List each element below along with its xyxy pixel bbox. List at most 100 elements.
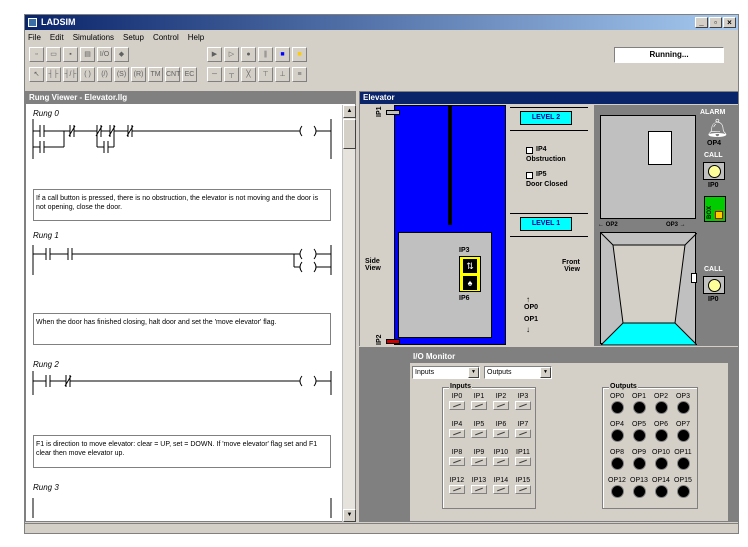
menu-file[interactable]: File: [28, 31, 41, 44]
record-icon[interactable]: ●: [241, 47, 256, 62]
door-sensor-icon: [691, 273, 697, 283]
input-cell: IP7: [513, 421, 533, 438]
open-folder-icon[interactable]: ▭: [46, 47, 61, 62]
scroll-down-icon[interactable]: ▼: [343, 509, 356, 522]
chevron-down-icon[interactable]: ▼: [468, 367, 479, 378]
output-select[interactable]: Outputs ▼: [484, 366, 552, 379]
comment-icon[interactable]: ≡: [292, 67, 307, 82]
branch-icon[interactable]: ┬: [224, 67, 239, 82]
coil-icon[interactable]: ( ): [80, 67, 95, 82]
call-button-bottom[interactable]: [703, 276, 725, 294]
output-label: OP8: [609, 449, 624, 456]
rung-0-label: Rung 0: [33, 109, 59, 118]
scroll-thumb[interactable]: [343, 119, 356, 149]
output-cell: OP6: [651, 421, 671, 442]
step-icon[interactable]: ▷: [224, 47, 239, 62]
input-label: IP1: [473, 393, 485, 400]
menu-edit[interactable]: Edit: [50, 31, 64, 44]
input-switch-icon[interactable]: [515, 457, 531, 466]
input-switch-icon[interactable]: [515, 485, 531, 494]
input-switch-icon[interactable]: [515, 401, 531, 410]
side-view-label: Side View: [365, 258, 381, 272]
input-switch-icon[interactable]: [449, 485, 465, 494]
output-cell: OP2: [651, 393, 671, 414]
output-led-icon: [632, 401, 646, 414]
contact-nc-icon[interactable]: ┤/├: [63, 67, 78, 82]
reset-icon[interactable]: ■: [292, 47, 307, 62]
chevron-down-icon[interactable]: ▼: [540, 367, 551, 378]
input-switch-icon[interactable]: [493, 429, 509, 438]
box-indicator[interactable]: BOX: [704, 196, 726, 222]
save-icon[interactable]: ▪: [63, 47, 78, 62]
pointer-icon[interactable]: ↖: [29, 67, 44, 82]
inputs-group: Inputs IP0 IP1 IP2 IP3 IP4 IP5 IP6 IP7 IP8 IP9 IP1…: [442, 383, 536, 509]
output-label: OP5: [631, 421, 646, 428]
insert-rung-icon[interactable]: ⊤: [258, 67, 273, 82]
input-switch-icon[interactable]: [449, 457, 465, 466]
output-label: OP1: [631, 393, 646, 400]
ip2-label: IP2: [376, 334, 383, 345]
rung-viewer-panel: Rung Viewer - Elevator.llg Rung 0 If a c…: [25, 91, 356, 522]
input-switch-icon[interactable]: [471, 401, 487, 410]
input-switch-icon[interactable]: [493, 401, 509, 410]
input-label: IP5: [473, 421, 485, 428]
input-label: IP7: [517, 421, 529, 428]
input-switch-icon[interactable]: [493, 457, 509, 466]
timer-icon[interactable]: TM: [148, 67, 163, 82]
output-label: OP14: [652, 477, 670, 484]
close-button[interactable]: ×: [723, 17, 736, 28]
ip2-sensor: [386, 339, 400, 344]
menu-help[interactable]: Help: [188, 31, 204, 44]
input-switch-icon[interactable]: [471, 485, 487, 494]
new-file-icon[interactable]: ▫: [29, 47, 44, 62]
output-led-icon: [610, 401, 624, 414]
run-icon[interactable]: ▶: [207, 47, 222, 62]
call-button-top[interactable]: [703, 162, 725, 180]
floor-indicator-area: LEVEL 2 IP4 Obstruction IP5 Door Closed …: [510, 105, 590, 345]
io-icon[interactable]: I/O: [97, 47, 112, 62]
input-switch-icon[interactable]: [493, 485, 509, 494]
compare-icon[interactable]: EC: [182, 67, 197, 82]
op1-label: OP1: [524, 316, 539, 323]
output-cell: OP7: [673, 421, 693, 442]
minimize-button[interactable]: _: [695, 17, 708, 28]
rung-viewer-scrollbar[interactable]: ▲ ▼: [342, 105, 356, 522]
input-label: IP11: [516, 449, 530, 456]
input-switch-icon[interactable]: [449, 429, 465, 438]
elevator-door: [600, 232, 697, 345]
print-icon[interactable]: ▤: [80, 47, 95, 62]
restore-button[interactable]: ▫: [709, 17, 722, 28]
menu-simulations[interactable]: Simulations: [73, 31, 114, 44]
call-led-bottom: [708, 279, 721, 292]
scroll-up-icon[interactable]: ▲: [343, 105, 356, 118]
diamond-icon[interactable]: ◆: [114, 47, 129, 62]
coil-negated-icon[interactable]: (/): [97, 67, 112, 82]
ip1-label: IP1: [376, 106, 383, 117]
counter-icon[interactable]: CNT: [165, 67, 180, 82]
output-led-icon: [676, 457, 690, 470]
door-closed-checkbox[interactable]: [526, 172, 533, 179]
output-cell: OP5: [629, 421, 649, 442]
io-monitor-panel: I/O Monitor Inputs ▼ Outputs ▼ Inputs IP…: [409, 350, 729, 522]
coil-set-icon[interactable]: (S): [114, 67, 129, 82]
input-select[interactable]: Inputs ▼: [412, 366, 480, 379]
stop-icon[interactable]: ■: [275, 47, 290, 62]
input-label: IP8: [451, 449, 463, 456]
input-switch-icon[interactable]: [471, 429, 487, 438]
coil-reset-icon[interactable]: (R): [131, 67, 146, 82]
menu-control[interactable]: Control: [153, 31, 179, 44]
obstruction-checkbox[interactable]: [526, 147, 533, 154]
delete-rung-icon[interactable]: ⊥: [275, 67, 290, 82]
menu-setup[interactable]: Setup: [123, 31, 144, 44]
input-label: IP2: [495, 393, 507, 400]
input-switch-icon[interactable]: [471, 457, 487, 466]
input-switch-icon[interactable]: [449, 401, 465, 410]
contact-no-icon[interactable]: ┤├: [46, 67, 61, 82]
app-icon: [28, 18, 37, 27]
input-switch-icon[interactable]: [515, 429, 531, 438]
delete-branch-icon[interactable]: ╳: [241, 67, 256, 82]
horizontal-wire-icon[interactable]: ─: [207, 67, 222, 82]
rung-viewer-title: Rung Viewer - Elevator.llg: [26, 92, 355, 104]
elevator-call-panel[interactable]: ⇅ ♠: [459, 256, 481, 292]
pause-icon[interactable]: ∥: [258, 47, 273, 62]
